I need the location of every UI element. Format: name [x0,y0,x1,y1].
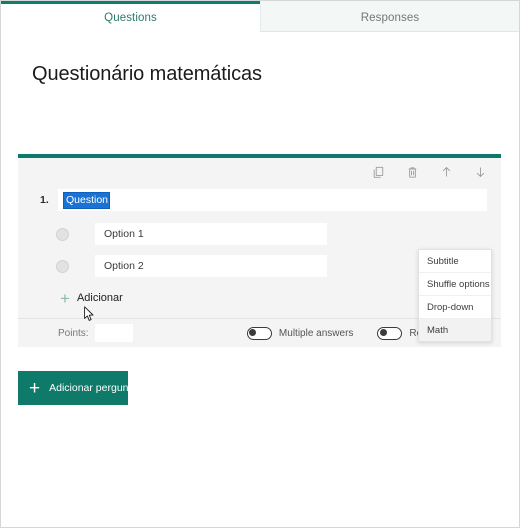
option-row-1: Option 1 [18,223,501,245]
question-text-input[interactable]: Question [58,189,487,211]
toggle-switch-icon [246,326,272,340]
option-radio-2[interactable] [56,259,69,273]
question-text-selection: Question [62,191,111,209]
menu-item-math[interactable]: Math [419,319,491,341]
add-question-label: Adicionar pergunta [49,382,138,394]
question-number: 1. [40,194,49,206]
option-input-1[interactable]: Option 1 [95,223,327,245]
tab-responses-label: Responses [360,11,420,24]
option-radio-1[interactable] [56,227,69,241]
more-options-menu: Subtitle Shuffle options Drop-down Math [418,249,492,342]
move-question-up-button[interactable] [438,164,455,181]
menu-item-shuffle-options[interactable]: Shuffle options [419,273,491,296]
multiple-answers-label: Multiple answers [278,327,354,339]
tab-questions-label: Questions [104,11,157,24]
add-option-label: Adicionar [76,292,123,304]
question-row: 1. Question [18,187,501,213]
menu-item-math-label: Math [427,324,449,336]
duplicate-question-button[interactable] [370,164,387,181]
menu-item-shuffle-options-label: Shuffle options [427,278,490,290]
tabstrip: Questions Responses [1,1,519,32]
menu-item-subtitle[interactable]: Subtitle [419,250,491,273]
multiple-answers-toggle[interactable]: Multiple answers [246,326,354,340]
add-question-button[interactable]: + Adicionar pergunta [18,371,137,405]
menu-item-drop-down[interactable]: Drop-down [419,296,491,319]
option-input-2[interactable]: Option 2 [95,255,327,277]
question-toolbar [18,158,501,186]
menu-item-drop-down-label: Drop-down [427,301,474,313]
forms-page: Questions Responses Questionário matemát… [0,0,520,528]
points-label: Points: [58,327,89,339]
points-input[interactable] [94,324,133,342]
tab-questions[interactable]: Questions [1,1,260,32]
tab-responses[interactable]: Responses [260,1,519,32]
form-title[interactable]: Questionário matemáticas [32,63,262,86]
move-question-down-button[interactable] [472,164,489,181]
delete-question-button[interactable] [404,164,421,181]
plus-icon: + [29,377,41,399]
toggle-switch-icon [377,326,403,340]
menu-item-subtitle-label: Subtitle [427,255,459,267]
plus-icon: + [60,288,70,308]
